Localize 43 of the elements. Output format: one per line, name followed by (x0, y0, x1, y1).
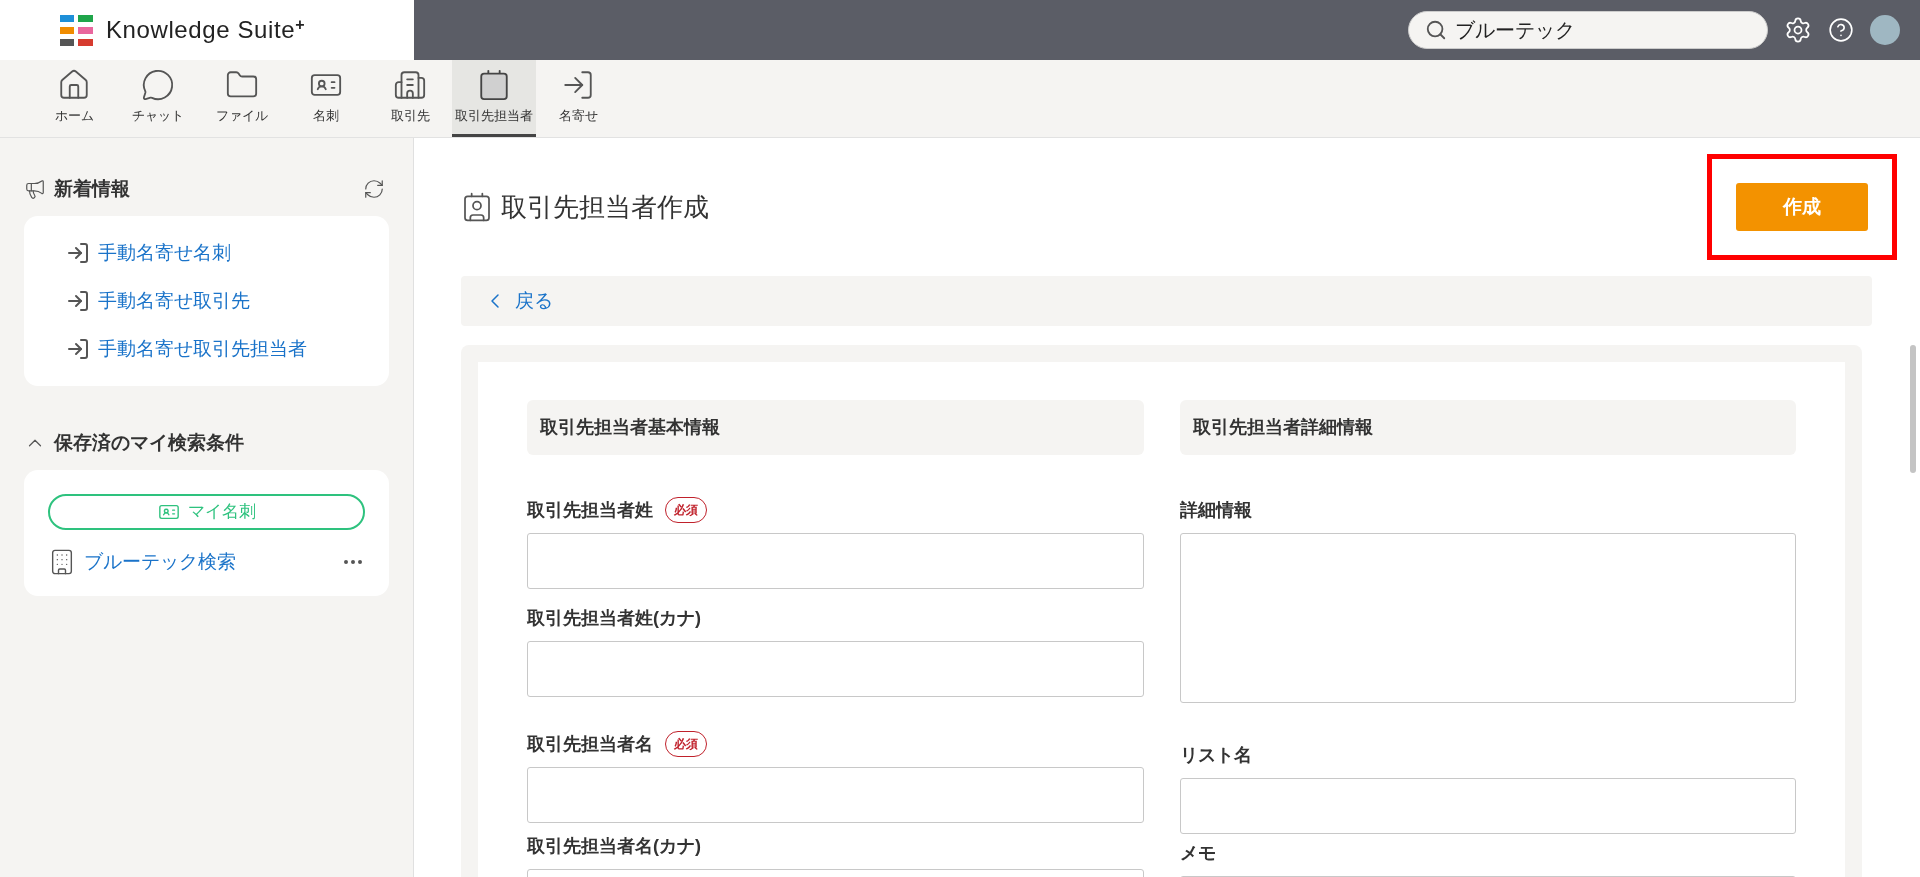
input-field[interactable] (527, 641, 1144, 697)
nav-tab[interactable]: 取引先 (368, 60, 452, 137)
news-link[interactable]: 手動名寄せ取引先担当者 (98, 334, 307, 364)
field-label: メモ (1179, 841, 1216, 865)
megaphone-icon (24, 178, 46, 200)
input-field[interactable] (527, 767, 1144, 823)
saved-search-link[interactable]: ブルーテック検索 (84, 547, 236, 577)
field-label: 取引先担当者姓(カナ) (527, 606, 701, 630)
input-field[interactable] (527, 533, 1144, 589)
nav-tab[interactable]: 名寄せ (536, 60, 620, 137)
field-label: 取引先担当者名(カナ) (527, 834, 701, 858)
chat-bubble-icon (141, 68, 175, 103)
refresh-icon[interactable] (363, 178, 385, 200)
field-label: リスト名 (1179, 743, 1252, 767)
nav-tab[interactable]: チャット (116, 60, 200, 137)
input-field[interactable] (1179, 778, 1796, 834)
nav-tab[interactable]: ホーム (32, 60, 116, 137)
search-field[interactable]: ブルーテック (1408, 11, 1768, 49)
nav-tab[interactable]: ファイル (200, 60, 284, 137)
search-icon (1425, 19, 1447, 41)
field-label: 詳細情報 (1179, 498, 1252, 522)
settings-icon[interactable] (1784, 16, 1812, 44)
field-label: 取引先担当者姓 (527, 498, 653, 522)
nav-tab[interactable]: 取引先担当者 (452, 60, 536, 137)
news-link[interactable]: 手動名寄せ取引先 (98, 286, 250, 316)
section-title: 新着情報 (54, 176, 130, 201)
door-arrow-icon (66, 337, 90, 361)
logo-icon (60, 13, 94, 47)
section-header: 取引先担当者基本情報 (527, 400, 1144, 455)
door-arrow-icon (66, 289, 90, 313)
search-value: ブルーテック (1455, 18, 1575, 43)
section-header: 取引先担当者詳細情報 (1179, 400, 1796, 455)
app-name: Knowledge Suite$^{+}$ (106, 15, 306, 45)
avatar[interactable] (1870, 15, 1900, 45)
door-arrow-icon (66, 241, 90, 265)
scrollbar-thumb[interactable] (1910, 345, 1916, 473)
nav-tab[interactable]: 名刺 (284, 60, 368, 137)
page-title: 取引先担当者作成 (501, 190, 709, 224)
news-link[interactable]: 手動名寄せ名刺 (98, 238, 231, 268)
back-link[interactable]: 戻る (515, 286, 553, 316)
section-title: 保存済のマイ検索条件 (54, 430, 244, 455)
help-icon[interactable] (1828, 17, 1854, 43)
field-label: 取引先担当者名 (527, 732, 653, 756)
